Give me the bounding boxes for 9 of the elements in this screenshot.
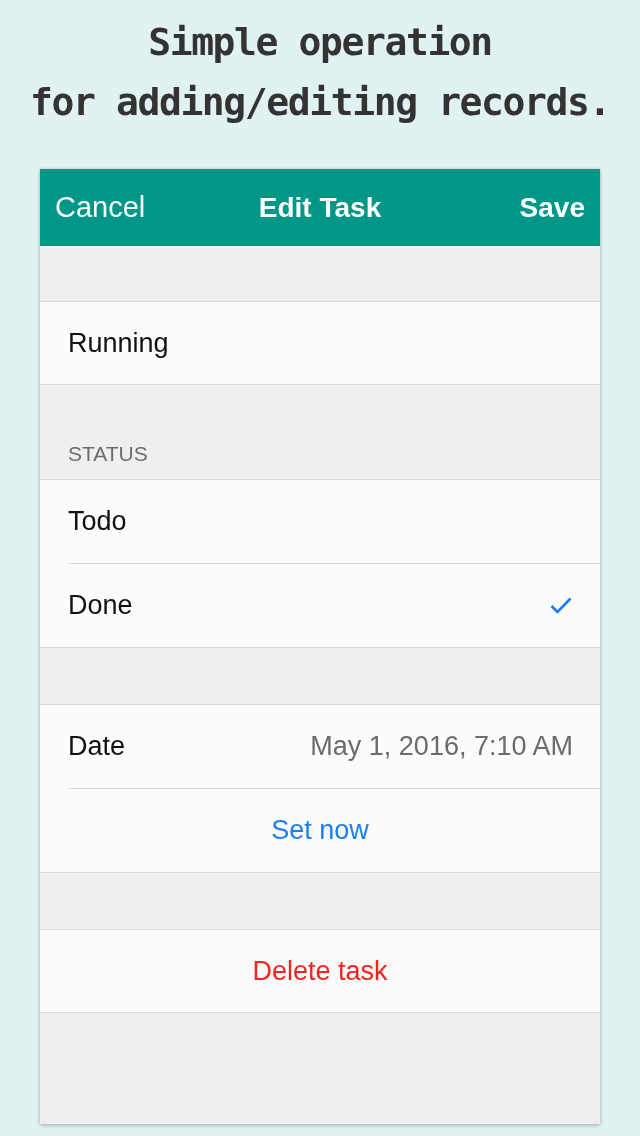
headline: Simple operation for adding/editing records.: [30, 19, 610, 126]
section-header: STATUS: [68, 442, 148, 466]
date-value[interactable]: May 1, 2016, 7:10 AM: [310, 731, 573, 762]
cancel-button[interactable]: Cancel: [55, 191, 146, 224]
save-button[interactable]: Save: [519, 191, 585, 224]
task-name-field[interactable]: Running: [40, 301, 600, 385]
delete-button[interactable]: Delete task: [40, 929, 600, 1013]
date-label: Date: [68, 731, 126, 762]
nav-title: Edit Task: [258, 191, 382, 224]
